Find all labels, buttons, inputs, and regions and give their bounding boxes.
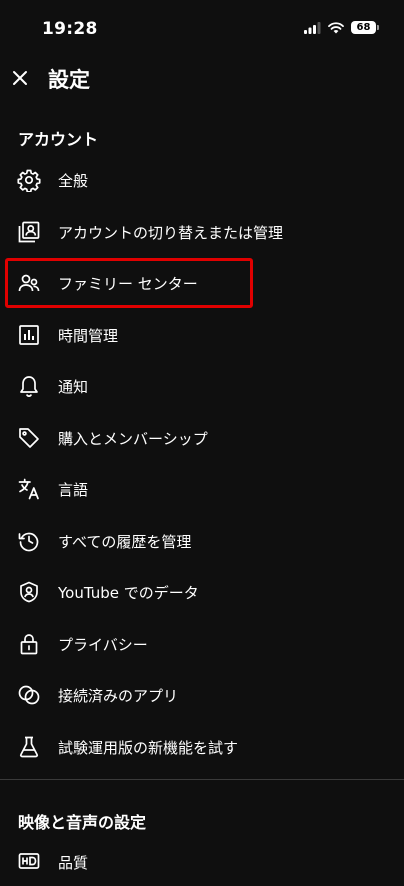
menu-item-notifications[interactable]: 通知 xyxy=(0,361,404,413)
menu-item-time-management[interactable]: 時間管理 xyxy=(0,310,404,362)
gear-icon xyxy=(17,168,41,192)
menu-item-purchases[interactable]: 購入とメンバーシップ xyxy=(0,413,404,465)
menu-item-label: 全般 xyxy=(58,172,89,190)
wifi-icon xyxy=(328,21,344,34)
settings-menu: 全般 アカウントの切り替えまたは管理 ファミリー センター 時間管理 通知 購入… xyxy=(0,155,404,773)
menu-item-quality[interactable]: 品質 xyxy=(0,836,404,886)
menu-item-language[interactable]: 言語 xyxy=(0,464,404,516)
menu-item-connected-apps[interactable]: 接続済みのアプリ xyxy=(0,670,404,722)
status-bar: 19:28 68 xyxy=(0,0,404,60)
account-switch-icon xyxy=(17,220,41,244)
translate-icon xyxy=(17,477,41,501)
battery-level: 68 xyxy=(356,22,371,33)
menu-item-your-data[interactable]: YouTube でのデータ xyxy=(0,567,404,619)
menu-item-label: すべての履歴を管理 xyxy=(58,532,192,551)
menu-item-history[interactable]: すべての履歴を管理 xyxy=(0,516,404,568)
status-icons: 68 xyxy=(304,21,379,34)
menu-item-label: ファミリー センター xyxy=(58,275,198,293)
chart-icon xyxy=(17,323,41,347)
hd-icon xyxy=(17,849,41,873)
section-title-video-audio: 映像と音声の設定 xyxy=(18,813,147,832)
lock-icon xyxy=(17,632,41,656)
menu-item-label: 通知 xyxy=(58,378,89,396)
bell-icon xyxy=(17,374,41,398)
flask-icon xyxy=(17,735,41,759)
menu-item-experimental[interactable]: 試験運用版の新機能を試す xyxy=(0,722,404,774)
tag-icon xyxy=(17,426,41,450)
menu-item-label: 言語 xyxy=(58,481,89,499)
connected-apps-icon xyxy=(17,683,41,707)
menu-item-label: 時間管理 xyxy=(58,326,119,345)
shield-user-icon xyxy=(17,580,41,604)
menu-item-label: プライバシー xyxy=(58,635,148,654)
menu-item-label: YouTube でのデータ xyxy=(58,584,199,602)
menu-item-label: 試験運用版の新機能を試す xyxy=(58,738,239,757)
section-title-account: アカウント xyxy=(18,130,99,149)
app-header: 設定 xyxy=(0,56,404,100)
signal-icon xyxy=(304,21,321,34)
family-icon xyxy=(17,271,41,295)
menu-item-label: 品質 xyxy=(58,854,89,872)
menu-item-label: 購入とメンバーシップ xyxy=(58,429,208,448)
close-icon xyxy=(12,70,28,86)
menu-item-family-center[interactable]: ファミリー センター xyxy=(0,258,404,310)
divider xyxy=(0,779,404,780)
battery-indicator: 68 xyxy=(351,21,379,34)
menu-item-general[interactable]: 全般 xyxy=(0,155,404,207)
status-time: 19:28 xyxy=(42,19,98,39)
menu-item-switch-account[interactable]: アカウントの切り替えまたは管理 xyxy=(0,207,404,259)
menu-item-privacy[interactable]: プライバシー xyxy=(0,619,404,671)
menu-item-label: アカウントの切り替えまたは管理 xyxy=(58,223,284,242)
page-title: 設定 xyxy=(48,68,90,92)
close-button[interactable] xyxy=(6,64,34,92)
menu-item-label: 接続済みのアプリ xyxy=(58,687,179,705)
history-icon xyxy=(17,529,41,553)
